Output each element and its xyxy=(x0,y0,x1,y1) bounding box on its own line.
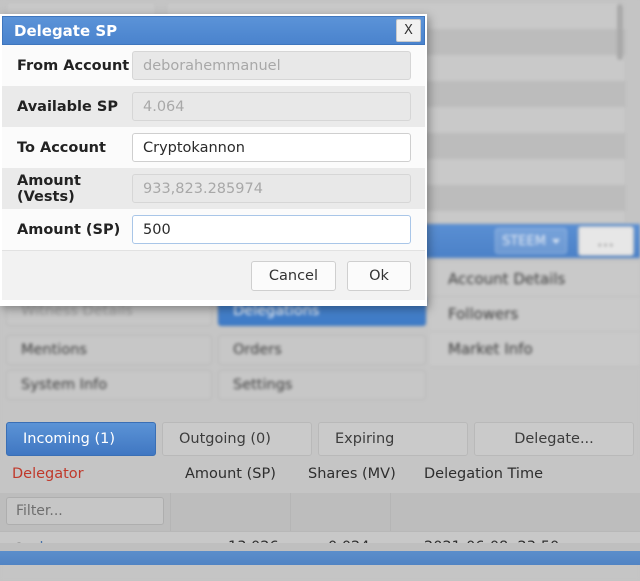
amount-vests-input: 933,823.285974 xyxy=(132,174,411,203)
ok-button[interactable]: Ok xyxy=(347,260,411,291)
nav-button-system-info[interactable]: System Info xyxy=(6,370,212,400)
label-from-account: From Account xyxy=(17,57,130,74)
label-amount-vests: Amount (Vests) xyxy=(17,172,81,205)
nav-button-settings[interactable]: Settings xyxy=(218,370,426,400)
chevron-down-icon xyxy=(551,238,560,244)
nav-button-orders[interactable]: Orders xyxy=(218,335,426,365)
tab-outgoing[interactable]: Outgoing (0) xyxy=(162,422,312,456)
close-label: X xyxy=(404,23,413,38)
column-header-shares-mv[interactable]: Shares (MV) xyxy=(308,466,396,482)
app-window: Account Details Followers Market Info Wi… xyxy=(0,0,640,581)
tab-label: Outgoing (0) xyxy=(179,431,271,447)
dialog-title: Delegate SP xyxy=(14,21,118,40)
tab-label: Expiring xyxy=(335,431,395,447)
field-row-from-account: From Account deborahemmanuel xyxy=(2,45,425,86)
nav-button-grid: Witness Details Delegations Mentions Ord… xyxy=(6,296,634,406)
nav-button-label: Settings xyxy=(233,377,293,393)
available-sp-input: 4.064 xyxy=(132,92,411,121)
background-scrollbar[interactable] xyxy=(617,4,623,60)
table-bottom-gap xyxy=(0,543,640,551)
currency-selector-label: STEEM xyxy=(502,233,546,249)
close-icon[interactable]: X xyxy=(396,19,421,42)
more-options-button[interactable]: ... xyxy=(578,226,634,256)
table-header-row: Delegator Amount (SP) Shares (MV) Delega… xyxy=(0,460,640,493)
nav-button-label: Orders xyxy=(233,342,282,358)
nav-button-mentions[interactable]: Mentions xyxy=(6,335,212,365)
filter-cell-amount[interactable] xyxy=(170,493,290,531)
ok-label: Ok xyxy=(369,267,389,284)
tab-expiring[interactable]: Expiring xyxy=(318,422,468,456)
delegation-tabs: Incoming (1) Outgoing (0) Expiring Deleg… xyxy=(6,422,634,456)
filter-placeholder: Filter... xyxy=(16,503,63,519)
currency-selector[interactable]: STEEM xyxy=(495,228,567,254)
label-to-account: To Account xyxy=(17,139,106,156)
menu-item-account-details[interactable]: Account Details xyxy=(430,262,640,297)
amount-sp-value: 500 xyxy=(143,221,171,238)
field-row-to-account: To Account Cryptokannon xyxy=(2,127,425,168)
tab-label: Incoming (1) xyxy=(23,431,116,447)
menu-item-label: Account Details xyxy=(448,270,566,288)
from-account-value: deborahemmanuel xyxy=(143,57,281,74)
tab-label: Delegate... xyxy=(514,431,594,447)
delegate-sp-dialog: Delegate SP X From Account deborahemmanu… xyxy=(0,14,427,306)
nav-button-label: System Info xyxy=(21,377,108,393)
filter-input[interactable]: Filter... xyxy=(6,497,164,525)
cancel-label: Cancel xyxy=(268,267,318,284)
column-header-delegation-time[interactable]: Delegation Time xyxy=(424,466,543,482)
label-available-sp: Available SP xyxy=(17,98,118,115)
to-account-input[interactable]: Cryptokannon xyxy=(132,133,411,162)
tab-incoming[interactable]: Incoming (1) xyxy=(6,422,156,456)
from-account-input[interactable]: deborahemmanuel xyxy=(132,51,411,80)
cancel-button[interactable]: Cancel xyxy=(250,260,336,291)
column-header-delegator[interactable]: Delegator xyxy=(12,466,84,482)
table-filter-row: Filter... xyxy=(0,493,640,531)
field-row-amount-vests: Amount (Vests) 933,823.285974 xyxy=(2,168,425,209)
field-row-amount-sp: Amount (SP) 500 xyxy=(2,209,425,250)
filter-cell-time[interactable] xyxy=(390,493,640,531)
status-bar xyxy=(0,551,640,565)
tab-delegate[interactable]: Delegate... xyxy=(474,422,634,456)
nav-button-label: Mentions xyxy=(21,342,87,358)
delegations-table: Delegator Amount (SP) Shares (MV) Delega… xyxy=(0,460,640,565)
more-options-label: ... xyxy=(597,232,615,250)
dialog-title-bar: Delegate SP X xyxy=(2,16,425,45)
dialog-form: From Account deborahemmanuel Available S… xyxy=(2,45,425,250)
to-account-value: Cryptokannon xyxy=(143,139,245,156)
column-header-amount-sp[interactable]: Amount (SP) xyxy=(185,466,276,482)
amount-vests-value: 933,823.285974 xyxy=(143,180,263,197)
field-row-available-sp: Available SP 4.064 xyxy=(2,86,425,127)
dialog-footer: Cancel Ok xyxy=(2,250,425,300)
label-amount-sp: Amount (SP) xyxy=(17,221,121,238)
amount-sp-input[interactable]: 500 xyxy=(132,215,411,244)
available-sp-value: 4.064 xyxy=(143,98,185,115)
filter-cell-shares[interactable] xyxy=(290,493,390,531)
